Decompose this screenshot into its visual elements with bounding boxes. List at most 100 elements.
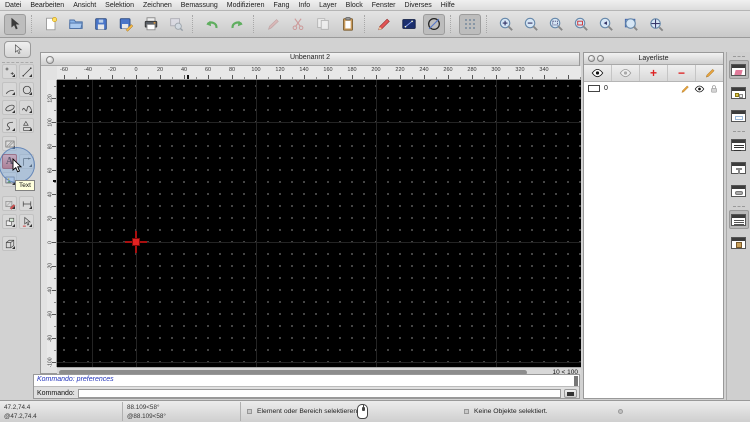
hide-all-layers-button[interactable]	[612, 65, 640, 81]
layer-visibility-toggle[interactable]	[694, 85, 705, 93]
selection-filter-toggle[interactable]	[729, 181, 749, 200]
dimension-horizontal-tool[interactable]	[19, 196, 34, 211]
line-tool[interactable]	[19, 64, 34, 79]
print-button[interactable]	[140, 14, 162, 35]
ruler-label: 200	[371, 67, 381, 73]
select-tool-button[interactable]	[4, 13, 26, 35]
cursor-arrow-icon	[14, 44, 22, 54]
menu-item[interactable]: Fang	[273, 2, 289, 9]
open-file-button[interactable]	[65, 14, 87, 35]
layer-panel-toolbar: + −	[584, 65, 723, 82]
save-button[interactable]	[90, 14, 112, 35]
zoom-pan-button[interactable]	[645, 14, 667, 35]
menu-item[interactable]: Ansicht	[73, 2, 96, 9]
clipboard-panel-toggle[interactable]	[729, 233, 749, 252]
cut-button[interactable]	[287, 14, 309, 35]
ruler-label: 300	[491, 67, 501, 73]
menu-item[interactable]: Hilfe	[441, 2, 455, 9]
point-tool[interactable]	[2, 64, 17, 79]
command-history-toggle[interactable]	[728, 210, 749, 229]
menu-item[interactable]: Selektion	[105, 2, 134, 9]
edit-layer-button[interactable]	[696, 65, 723, 81]
command-line-toggle[interactable]	[729, 135, 749, 154]
remove-layer-button[interactable]: −	[668, 65, 696, 81]
ruler-label: -60	[60, 67, 68, 73]
menu-item[interactable]: Fenster	[372, 2, 396, 9]
edit-pencil-icon	[681, 85, 689, 93]
library-browser-toggle[interactable]	[729, 106, 749, 125]
hatch-edit-tool[interactable]	[2, 196, 17, 211]
layer-name: 0	[604, 85, 608, 92]
copy-icon	[317, 18, 329, 30]
menu-item[interactable]: Block	[346, 2, 363, 9]
menu-item[interactable]: Layer	[319, 2, 337, 9]
eye-icon	[591, 68, 604, 78]
show-all-layers-button[interactable]	[584, 65, 612, 81]
zoom-in-button[interactable]	[495, 14, 517, 35]
document-titlebar[interactable]: Unbenannt 2	[41, 53, 579, 66]
layer-row[interactable]: 0	[584, 82, 723, 95]
circle-tool[interactable]	[19, 82, 34, 97]
menu-item[interactable]: Bearbeiten	[30, 2, 64, 9]
ruler-label: -20	[108, 67, 116, 73]
layer-color-swatch[interactable]	[588, 85, 600, 92]
menu-item[interactable]: Info	[298, 2, 310, 9]
zoom-auto-button[interactable]	[545, 14, 567, 35]
arc-icon	[5, 89, 14, 94]
redo-button[interactable]	[226, 14, 248, 35]
document-window: Unbenannt 2 -60 -40 -20 0 20 40 60 80 100 120 140 1…	[40, 52, 581, 376]
restrict-nothing-button[interactable]	[423, 13, 445, 35]
ruler-label: 120	[47, 94, 54, 103]
zoom-previous-button[interactable]	[595, 14, 617, 35]
spline-tool[interactable]	[19, 100, 34, 115]
layer-list-toggle[interactable]	[728, 60, 749, 79]
layer-lock-toggle[interactable]	[709, 84, 719, 94]
arc-tool[interactable]	[2, 82, 17, 97]
zoom-out-icon	[524, 17, 538, 31]
polyline-tool[interactable]	[2, 118, 17, 133]
isometric-tool[interactable]	[2, 236, 17, 251]
statusbar-divider	[240, 402, 241, 421]
origin-crosshair-center	[132, 238, 140, 246]
drawing-canvas[interactable]	[57, 80, 581, 367]
draw-pen-button[interactable]	[262, 14, 284, 35]
zoom-selection-icon	[624, 17, 638, 31]
zoom-out-button[interactable]	[520, 14, 542, 35]
property-editor-toggle[interactable]	[729, 158, 749, 177]
block-list-toggle[interactable]	[729, 83, 749, 102]
print-preview-button[interactable]	[165, 14, 187, 35]
menu-item[interactable]: Bemassung	[181, 2, 218, 9]
select-entity-tool[interactable]	[19, 214, 34, 229]
menu-item[interactable]: Modifizieren	[227, 2, 265, 9]
zoom-select-button[interactable]	[620, 14, 642, 35]
document-title: Unbenannt 2	[289, 54, 331, 61]
menu-item[interactable]: Diverses	[405, 2, 432, 9]
command-options-button[interactable]	[564, 389, 577, 398]
history-scrollbar[interactable]	[574, 376, 578, 386]
layer-edit-button[interactable]	[680, 84, 690, 94]
block-tool[interactable]	[2, 214, 17, 229]
grid-toggle-button[interactable]	[459, 13, 481, 35]
copy-button[interactable]	[312, 14, 334, 35]
circle-icon	[22, 85, 31, 94]
save-as-button[interactable]	[115, 14, 137, 35]
toolbar-separator	[192, 15, 196, 33]
menu-item[interactable]: Datei	[5, 2, 21, 9]
open-folder-icon	[69, 19, 83, 29]
shapes-tool[interactable]	[19, 118, 34, 133]
edit-button[interactable]	[373, 14, 395, 35]
hatch-tool[interactable]	[2, 136, 17, 151]
new-document-icon	[46, 17, 58, 31]
paste-button[interactable]	[337, 14, 359, 35]
undo-button[interactable]	[201, 14, 223, 35]
menu-item[interactable]: Zeichnen	[143, 2, 172, 9]
ellipse-tool[interactable]	[2, 100, 17, 115]
ruler-label: 20	[47, 215, 54, 222]
add-layer-button[interactable]: +	[640, 65, 668, 81]
palette-select-tool[interactable]	[4, 41, 31, 58]
zoom-window-button[interactable]	[570, 14, 592, 35]
drawing-preferences-button[interactable]	[398, 14, 420, 35]
layer-panel-titlebar[interactable]: Layerliste	[584, 53, 723, 65]
new-file-button[interactable]	[40, 14, 62, 35]
command-input[interactable]	[77, 389, 561, 398]
